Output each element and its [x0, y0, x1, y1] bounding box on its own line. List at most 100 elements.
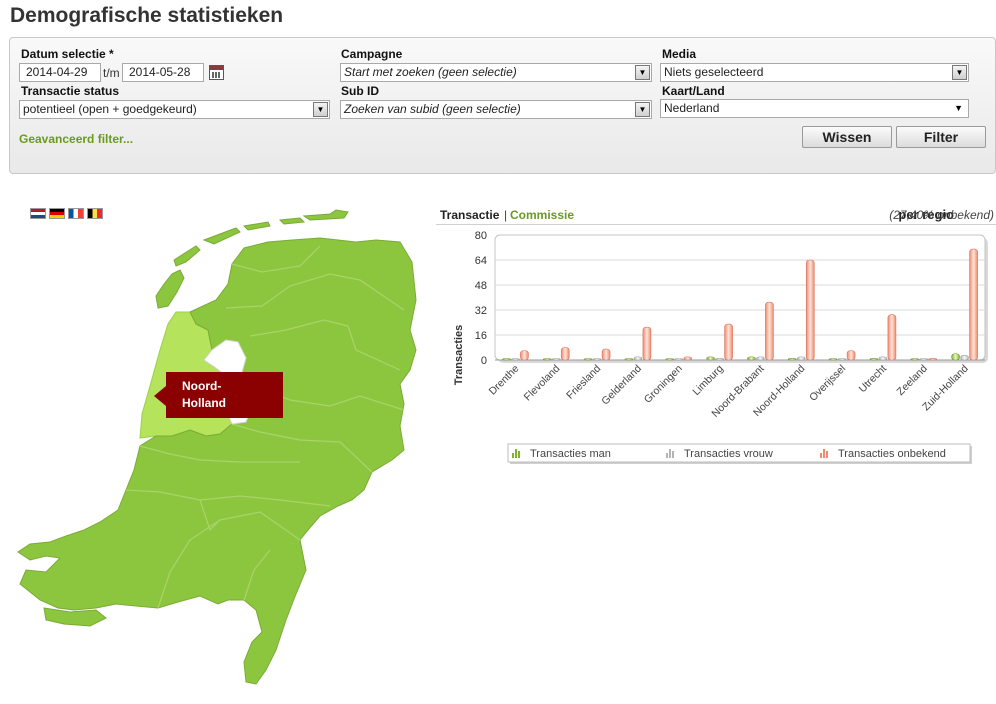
media-select[interactable]: Niets geselecteerd ▼	[660, 63, 969, 82]
legend-icon	[823, 449, 825, 458]
legend-icon	[512, 453, 514, 458]
bar-transacties-vrouw[interactable]	[511, 358, 520, 361]
bar-transacties-vrouw[interactable]	[674, 358, 684, 361]
x-tick-label: Gelderland	[599, 363, 644, 408]
y-tick-label: 80	[475, 230, 487, 242]
bar-transacties-vrouw[interactable]	[878, 356, 888, 361]
bar-transacties-vrouw[interactable]	[796, 356, 806, 361]
map-island-schiermonnikoog[interactable]	[302, 209, 349, 221]
bar-transacties-man[interactable]	[787, 358, 797, 361]
map-island-texel[interactable]	[155, 269, 185, 309]
map-tooltip-line1: Noord-	[182, 379, 221, 393]
chevron-down-icon[interactable]: ▼	[635, 102, 650, 117]
date-from-input[interactable]: 2014-04-29	[19, 63, 101, 82]
kaart-land-value: Nederland	[664, 101, 720, 115]
bar-transacties-man[interactable]	[747, 356, 756, 361]
netherlands-map: Noord- Holland	[17, 209, 417, 685]
map-island-ameland[interactable]	[242, 221, 271, 231]
map-region-zeeland[interactable]	[43, 607, 107, 627]
bar-chart: 80 64 48 32 16 0 Transacties Drenthe Flevoland Fr…	[453, 230, 988, 464]
bar-transacties-man[interactable]	[951, 353, 960, 361]
map-island-vlieland[interactable]	[173, 245, 201, 267]
bar-transacties-onbekend[interactable]	[765, 301, 774, 361]
legend-icon	[826, 451, 828, 458]
transactie-status-select[interactable]: potentieel (open + goedgekeurd) ▼	[19, 100, 330, 119]
kaart-land-select[interactable]: Nederland ▼	[660, 99, 969, 118]
x-tick-label: Friesland	[564, 363, 603, 402]
legend-icon	[518, 451, 520, 458]
bar-transacties-onbekend[interactable]	[642, 326, 652, 361]
bar-transacties-onbekend[interactable]	[846, 350, 856, 361]
bar-transacties-man[interactable]	[542, 358, 552, 361]
bar-transacties-vrouw[interactable]	[837, 358, 847, 361]
bar-transacties-vrouw[interactable]	[592, 358, 602, 361]
bar-transacties-onbekend[interactable]	[928, 358, 938, 361]
bar-transacties-man[interactable]	[583, 358, 593, 361]
map-tooltip-line2: Holland	[182, 396, 226, 410]
bar-transacties-vrouw[interactable]	[919, 358, 929, 361]
y-tick-label: 0	[481, 355, 487, 367]
bar-transacties-vrouw[interactable]	[960, 355, 969, 361]
bar-transacties-vrouw[interactable]	[715, 358, 724, 361]
bar-transacties-onbekend[interactable]	[887, 314, 897, 361]
tab-commissie[interactable]: Commissie	[510, 208, 574, 222]
kaart-land-label: Kaart/Land	[662, 84, 725, 98]
sub-id-value: Zoeken van subid (geen selectie)	[344, 102, 521, 116]
bar-transacties-man[interactable]	[665, 358, 675, 361]
legend-icon	[672, 451, 674, 458]
transactie-status-label: Transactie status	[21, 84, 120, 98]
sub-id-select[interactable]: Zoeken van subid (geen selectie) ▼	[340, 100, 652, 119]
bar-transacties-vrouw[interactable]	[551, 358, 561, 361]
legend-label[interactable]: Transacties onbekend	[838, 448, 946, 460]
legend-label[interactable]: Transacties vrouw	[684, 448, 773, 460]
legend-label[interactable]: Transacties man	[530, 448, 611, 460]
bar-transacties-onbekend[interactable]	[724, 323, 733, 361]
calendar-icon[interactable]	[209, 65, 224, 80]
chevron-down-icon[interactable]: ▼	[952, 65, 967, 80]
bar-transacties-man[interactable]	[624, 358, 634, 361]
bar-transacties-man[interactable]	[828, 358, 838, 361]
chevron-down-icon[interactable]: ▼	[635, 65, 650, 80]
tab-separator: |	[504, 208, 508, 222]
bar-transacties-onbekend[interactable]	[683, 356, 693, 361]
plot-area	[494, 234, 986, 361]
filter-panel: Datum selectie * 2014-04-29 t/m 2014-05-…	[9, 37, 996, 174]
campagne-value: Start met zoeken (geen selectie)	[344, 65, 517, 79]
bar-transacties-man[interactable]	[869, 358, 879, 361]
chevron-down-icon[interactable]: ▼	[313, 102, 328, 117]
legend-icon	[666, 453, 668, 458]
filter-button[interactable]: Filter	[896, 126, 986, 148]
bar-transacties-onbekend[interactable]	[969, 248, 978, 361]
x-tick-label: Overijssel	[807, 363, 848, 404]
bar-transacties-man[interactable]	[706, 356, 715, 361]
map-island-north[interactable]	[278, 217, 306, 225]
x-tick-label: Zeeland	[895, 363, 930, 398]
bar-transacties-onbekend[interactable]	[805, 259, 815, 361]
map-island-terschelling[interactable]	[202, 227, 241, 245]
bar-transacties-onbekend[interactable]	[560, 347, 570, 361]
bar-transacties-onbekend[interactable]	[520, 350, 529, 361]
y-tick-label: 64	[475, 255, 487, 267]
onbekend-percentage: (27,40% onbekend)	[889, 208, 994, 222]
campagne-select[interactable]: Start met zoeken (geen selectie) ▼	[340, 63, 652, 82]
bar-transacties-vrouw[interactable]	[633, 356, 643, 361]
chart-header: Transactie | Commissie per regio (27,40%…	[440, 207, 996, 224]
wissen-button[interactable]: Wissen	[802, 126, 892, 148]
bar-transacties-man[interactable]	[910, 358, 920, 361]
sub-id-label: Sub ID	[341, 84, 379, 98]
date-to-input[interactable]: 2014-05-28	[122, 63, 204, 82]
media-label: Media	[662, 47, 697, 61]
bar-transacties-onbekend[interactable]	[601, 348, 611, 361]
advanced-filter-link[interactable]: Geavanceerd filter...	[19, 132, 133, 146]
x-tick-label: Limburg	[690, 363, 725, 398]
transactie-status-value: potentieel (open + goedgekeurd)	[23, 102, 197, 116]
bar-transacties-man[interactable]	[502, 358, 511, 361]
chevron-down-icon[interactable]: ▼	[954, 100, 963, 117]
x-tick-label: Flevoland	[522, 363, 563, 404]
bar-transacties-vrouw[interactable]	[756, 356, 765, 361]
x-tick-label: Utrecht	[857, 363, 889, 395]
x-tick-label: Drenthe	[487, 363, 522, 398]
y-tick-label: 16	[475, 330, 487, 342]
legend-icon	[820, 453, 822, 458]
tab-transactie[interactable]: Transactie	[440, 208, 499, 222]
